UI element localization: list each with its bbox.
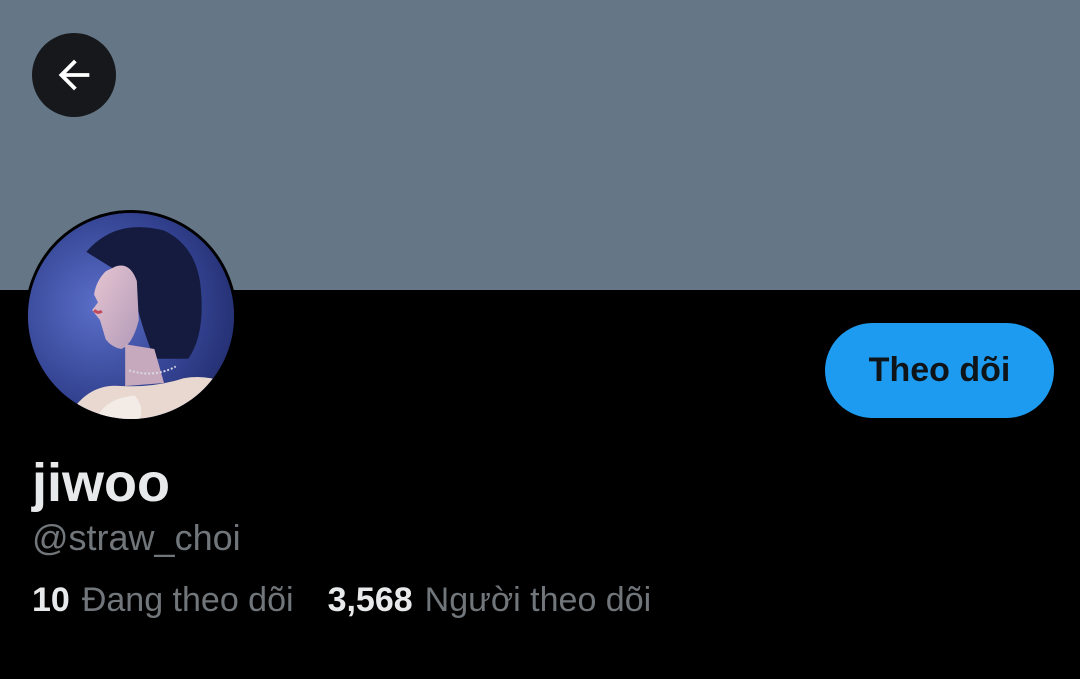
back-button[interactable]: [32, 33, 116, 117]
user-handle: @straw_choi: [32, 517, 241, 558]
following-count: 10: [32, 581, 70, 619]
display-name: jiwoo: [32, 453, 170, 513]
arrow-left-icon: [58, 59, 90, 91]
following-link[interactable]: 10 Đang theo dõi: [32, 578, 294, 622]
follow-button[interactable]: Theo dõi: [825, 323, 1054, 418]
following-label: Đang theo dõi: [81, 581, 294, 619]
followers-link[interactable]: 3,568 Người theo dõi: [328, 578, 652, 622]
avatar-image: [28, 213, 234, 419]
profile-screen: Theo dõi jiwoo @straw_choi 10 Đang theo …: [0, 0, 1080, 679]
followers-count: 3,568: [327, 581, 413, 619]
avatar[interactable]: [25, 210, 237, 422]
followers-label: Người theo dõi: [424, 581, 652, 619]
profile-stats: 10 Đang theo dõi 3,568 Người theo dõi: [32, 578, 651, 622]
